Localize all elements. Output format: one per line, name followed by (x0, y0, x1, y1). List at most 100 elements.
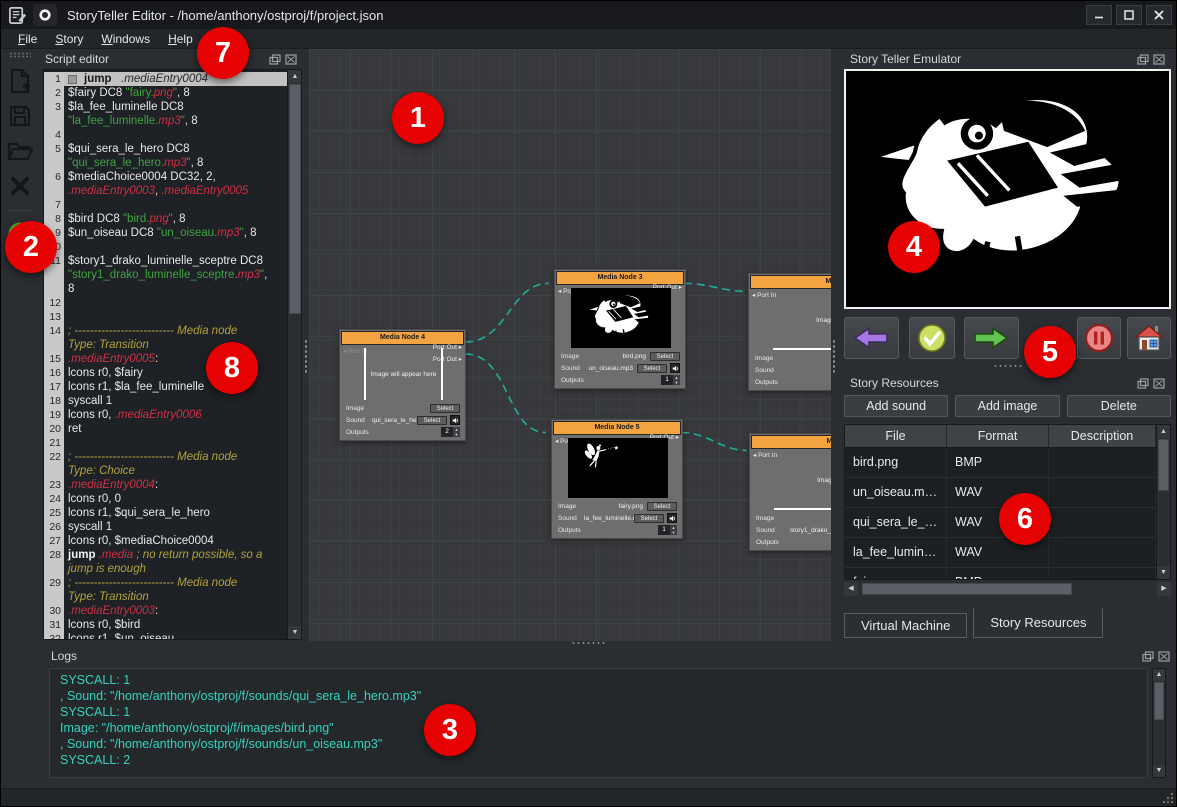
script-editor-scrollbar[interactable]: ▲ ▼ (287, 70, 301, 639)
outputs-spinner[interactable]: 2▲▼ (441, 427, 460, 437)
resize-grip[interactable] (1161, 791, 1174, 804)
save-button[interactable] (5, 101, 35, 131)
media-node[interactable]: Media Node 3◂ Port InPort Out ▸Imagebird… (554, 269, 686, 389)
code-row[interactable]: 9$un_oiseau DC8 "un_oiseau.mp3", 8 (44, 226, 287, 240)
tab-story-resources[interactable]: Story Resources (973, 608, 1103, 638)
menu-file[interactable]: File (9, 31, 46, 47)
speaker-icon[interactable] (667, 513, 677, 523)
code-row[interactable]: 3$la_fee_luminelle DC8 (44, 100, 287, 114)
scroll-up-arrow[interactable]: ▲ (288, 70, 302, 83)
code-row[interactable]: 27lcons r0, $mediaChoice0004 (44, 534, 287, 548)
table-row[interactable]: bird.pngBMP (845, 448, 1156, 478)
select-button[interactable]: Select (647, 502, 677, 511)
logs-scrollbar[interactable]: ▲ ▼ (1152, 668, 1166, 778)
node-title[interactable]: Media Node 2 (750, 275, 831, 289)
media-node[interactable]: Media Node 2◂ Port InImage will appear h… (748, 273, 831, 391)
media-node[interactable]: Media Node 6◂ Port InImage will appear h… (749, 433, 831, 551)
tab-virtual-machine[interactable]: Virtual Machine (844, 613, 967, 638)
pause-button[interactable] (1077, 317, 1122, 359)
code-row[interactable]: 30.mediaEntry0003: (44, 604, 287, 618)
code-row[interactable]: 2$fairy DC8 "fairy.png", 8 (44, 86, 287, 100)
code-row[interactable]: "qui_sera_le_hero.mp3", 8 (44, 156, 287, 170)
add-sound-button[interactable]: Add sound (844, 395, 948, 417)
code-row[interactable]: jump is enough (44, 562, 287, 576)
close-panel-icon[interactable] (284, 53, 297, 65)
code-row[interactable]: 12 (44, 296, 287, 310)
previous-button[interactable] (844, 317, 899, 359)
code-row[interactable]: 13 (44, 310, 287, 324)
home-button[interactable] (1127, 317, 1171, 359)
code-row[interactable]: 18syscall 1 (44, 394, 287, 408)
menu-story[interactable]: Story (46, 31, 92, 47)
select-button[interactable]: Select (417, 416, 447, 425)
right-dock-splitter[interactable] (844, 364, 1171, 371)
code-row[interactable]: "story1_drako_luminelle_sceptre.mp3", (44, 268, 287, 282)
code-row[interactable]: 21 (44, 436, 287, 450)
close-project-button[interactable] (5, 171, 35, 201)
column-header-file[interactable]: File (845, 425, 947, 447)
menu-windows[interactable]: Windows (92, 31, 159, 47)
float-panel-icon[interactable] (1136, 377, 1149, 389)
minimize-button[interactable] (1086, 5, 1112, 25)
node-graph-canvas[interactable]: Media Node 4◂ Port InPort Out ▸Port Out … (309, 49, 831, 641)
close-button[interactable] (1146, 5, 1172, 25)
code-row[interactable]: 5$qui_sera_le_hero DC8 (44, 142, 287, 156)
menu-help[interactable]: Help (159, 31, 202, 47)
scrollbar-thumb[interactable] (862, 583, 1072, 595)
speaker-icon[interactable] (670, 363, 680, 373)
column-header-description[interactable]: Description (1049, 425, 1156, 447)
speaker-icon[interactable] (450, 415, 460, 425)
select-button[interactable]: Select (637, 364, 667, 373)
script-editor[interactable]: 1jump .mediaEntry00042$fairy DC8 "fairy.… (43, 69, 302, 640)
scroll-left-arrow[interactable]: ◀ (844, 582, 858, 596)
new-file-button[interactable] (5, 66, 35, 96)
close-panel-icon[interactable] (1152, 53, 1165, 65)
scroll-right-arrow[interactable]: ▶ (1157, 582, 1171, 596)
code-row[interactable]: 11$story1_drako_luminelle_sceptre DC8 (44, 254, 287, 268)
select-button[interactable]: Select (650, 352, 680, 361)
scrollbar-thumb[interactable] (1154, 682, 1164, 720)
add-image-button[interactable]: Add image (955, 395, 1059, 417)
close-panel-icon[interactable] (1157, 650, 1170, 662)
code-row[interactable]: 25lcons r1, $qui_sera_le_hero (44, 506, 287, 520)
close-panel-icon[interactable] (1152, 377, 1165, 389)
code-row[interactable]: 26syscall 1 (44, 520, 287, 534)
node-title[interactable]: Media Node 6 (751, 435, 831, 449)
scrollbar-thumb[interactable] (289, 84, 301, 314)
scroll-down-arrow[interactable]: ▼ (288, 626, 302, 639)
code-row[interactable]: 22; -------------------------- Media nod… (44, 450, 287, 464)
outputs-spinner[interactable]: 1▲▼ (661, 375, 680, 385)
table-row[interactable]: fairy.pngBMP (845, 568, 1156, 579)
code-row[interactable]: 1jump .mediaEntry0004 (44, 72, 287, 86)
code-row[interactable]: 8$bird DC8 "bird.png", 8 (44, 212, 287, 226)
select-button[interactable]: Select (634, 514, 664, 523)
code-row[interactable]: 14; -------------------------- Media nod… (44, 324, 287, 338)
code-row[interactable]: 28jump .media ; no return possible, so a (44, 548, 287, 562)
code-row[interactable]: 20ret (44, 422, 287, 436)
code-row[interactable]: Type: Transition (44, 590, 287, 604)
outputs-spinner[interactable]: 1▲▼ (658, 525, 677, 535)
float-panel-icon[interactable] (1136, 53, 1149, 65)
column-header-format[interactable]: Format (947, 425, 1049, 447)
code-row[interactable]: .mediaEntry0003, .mediaEntry0005 (44, 184, 287, 198)
media-node[interactable]: Media Node 5◂ Port InPort Out ▸Imagefair… (551, 419, 683, 539)
scrollbar-thumb[interactable] (1158, 439, 1169, 491)
code-row[interactable]: 19lcons r0, .mediaEntry0006 (44, 408, 287, 422)
code-row[interactable]: 10 (44, 240, 287, 254)
code-row[interactable]: 24lcons r0, 0 (44, 492, 287, 506)
logs-output[interactable]: SYSCALL: 1, Sound: "/home/anthony/ostpro… (49, 668, 1148, 778)
code-row[interactable]: 31lcons r0, $bird (44, 618, 287, 632)
code-row[interactable]: 23.mediaEntry0004: (44, 478, 287, 492)
table-vertical-scrollbar[interactable]: ▲ ▼ (1156, 425, 1170, 579)
code-row[interactable]: "la_fee_luminelle.mp3", 8 (44, 114, 287, 128)
table-row[interactable]: la_fee_luminelle.mp3WAV (845, 538, 1156, 568)
media-node[interactable]: Media Node 4◂ Port InPort Out ▸Port Out … (339, 329, 466, 441)
open-project-button[interactable] (5, 136, 35, 166)
delete-button[interactable]: Delete (1067, 395, 1171, 417)
code-row[interactable]: 8 (44, 282, 287, 296)
next-button[interactable] (964, 317, 1019, 359)
float-panel-icon[interactable] (268, 53, 281, 65)
toolbar-drag-handle[interactable] (9, 52, 31, 58)
ok-button[interactable] (909, 317, 956, 359)
table-row[interactable]: un_oiseau.mp3WAV (845, 478, 1156, 508)
